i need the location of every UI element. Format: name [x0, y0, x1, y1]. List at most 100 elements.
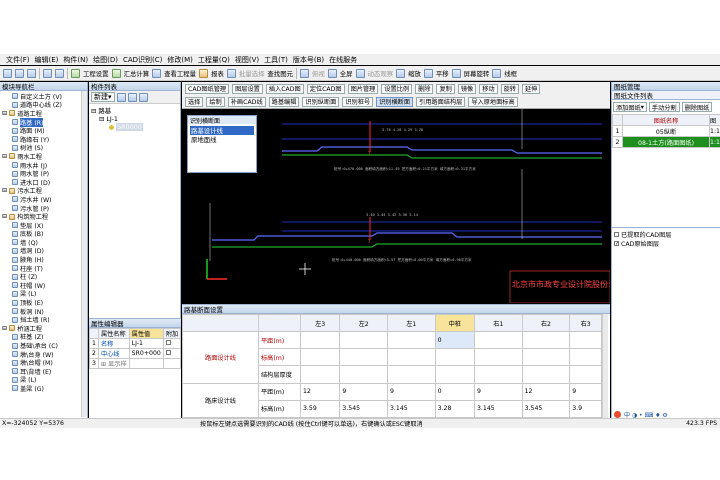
pan-button[interactable]: 平移 — [436, 69, 449, 78]
cad-tool-button[interactable]: 图片管理 — [347, 83, 379, 94]
ime-logo-icon[interactable] — [614, 410, 621, 418]
section-cell[interactable] — [569, 365, 602, 384]
section-cell[interactable]: 0 — [434, 382, 476, 401]
section-cell[interactable]: 12 — [521, 382, 571, 401]
collapse-icon[interactable]: ⊟ — [2, 213, 7, 220]
section-cell[interactable] — [339, 365, 388, 384]
module-item[interactable]: 树池 (S) — [0, 144, 81, 152]
module-item[interactable]: 基础\承台 (C) — [0, 341, 81, 350]
module-item[interactable]: 垫层 (X) — [0, 221, 81, 230]
collapse-icon[interactable]: ⊟ — [2, 187, 7, 194]
module-group[interactable]: ⊟ 道路工程 — [0, 109, 81, 118]
module-item[interactable]: 梁 (L) — [0, 290, 81, 298]
menu-quantity[interactable]: 工程量(Q) — [198, 55, 230, 65]
section-cell[interactable]: 3.545 — [339, 399, 388, 418]
cad-tool-button[interactable]: 选择 — [185, 96, 204, 107]
section-cell[interactable]: 3.145 — [387, 399, 436, 418]
module-item[interactable]: 路缘石 (Y) — [0, 135, 81, 144]
full-screen-button[interactable]: 全屏 — [340, 69, 353, 78]
section-cell[interactable] — [474, 331, 523, 350]
project-settings-button[interactable]: 工程设置 — [83, 69, 109, 78]
cad-tool-button[interactable]: 识别横断面 — [376, 96, 414, 107]
module-item[interactable]: 腋角 (H) — [0, 255, 81, 264]
module-item[interactable]: 墩\台帽 (M) — [0, 358, 81, 367]
module-item[interactable]: 耳\背墙 (E) — [0, 367, 81, 376]
menu-file[interactable]: 文件(F) — [6, 55, 30, 65]
new-component-button[interactable]: 新建 ▾ — [91, 92, 115, 102]
module-item[interactable]: 梁 (L) — [0, 376, 81, 384]
module-item[interactable]: 柱座 (T) — [0, 264, 81, 273]
cad-tool-button[interactable]: 镜像 — [457, 83, 477, 94]
report-button[interactable]: 报表 — [211, 69, 224, 78]
cad-tool-button[interactable]: 插入CAD图 — [265, 83, 304, 94]
plan-view-button[interactable]: 俯视 — [312, 69, 325, 78]
checkbox-icon[interactable] — [614, 232, 619, 237]
component-tree-leaf[interactable]: SR0000 — [91, 123, 180, 131]
original-layer-item[interactable]: ✓ CAD原始图层 — [614, 239, 719, 248]
module-item[interactable]: 挡土墙 (R) — [0, 315, 81, 324]
module-item[interactable]: 污水井 (W) — [0, 195, 81, 204]
attribute-value[interactable] — [128, 358, 164, 369]
module-item[interactable]: 自定义土方 (V) — [0, 92, 81, 101]
new-icon[interactable] — [3, 68, 12, 78]
checkbox-checked-icon[interactable]: ✓ — [614, 241, 619, 247]
section-cell[interactable]: 12 — [299, 382, 341, 401]
section-cell[interactable]: 9 — [474, 382, 523, 401]
undo-icon[interactable] — [43, 68, 52, 78]
collapse-icon[interactable]: ⊟ — [91, 107, 96, 115]
module-item[interactable]: 柱帽 (W) — [0, 281, 81, 290]
module-item[interactable]: 桩基 (Z) — [0, 333, 81, 341]
cad-tool-button[interactable]: 导入原地面标高 — [468, 96, 518, 107]
find-element-button[interactable]: 查找图元 — [267, 69, 293, 78]
menu-tools[interactable]: 工具(T) — [264, 55, 288, 65]
section-cell[interactable] — [299, 331, 341, 350]
section-cell[interactable] — [434, 365, 476, 384]
cad-drawing-canvas[interactable]: 3.78 4.28 4.29 3.78 桩号:0+470.000 面积填方面积=… — [182, 109, 610, 303]
collapse-icon[interactable]: ⊟ — [2, 110, 7, 117]
cad-tool-button[interactable]: 补画CAD线 — [227, 96, 266, 107]
cad-tool-button[interactable]: 删除 — [415, 83, 434, 94]
section-cell[interactable]: 9 — [339, 382, 388, 401]
module-group[interactable]: ⊟ 桥涵工程 — [0, 324, 81, 333]
module-group[interactable]: ⊟ 污水工程 — [0, 187, 81, 195]
checkbox-icon[interactable] — [165, 350, 171, 355]
menu-online[interactable]: 在线服务 — [329, 55, 357, 65]
section-cell[interactable]: 3.59 — [299, 399, 341, 418]
section-cell[interactable] — [339, 331, 388, 350]
module-item[interactable]: 雨水管 (P) — [0, 169, 81, 178]
module-item[interactable]: 板洞 (N) — [0, 307, 81, 316]
module-item[interactable]: 底板 (B) — [0, 230, 81, 238]
section-cell[interactable] — [299, 348, 341, 367]
module-tree-scrollbar[interactable] — [81, 91, 87, 417]
attribute-extra[interactable] — [162, 338, 182, 349]
section-cell-center[interactable]: 0 — [434, 331, 476, 350]
menu-version[interactable]: 版本号(B) — [293, 55, 324, 65]
section-cell[interactable] — [521, 348, 571, 367]
extracted-layer-item[interactable]: 已提取的CAD图层 — [614, 230, 719, 239]
redo-icon[interactable] — [55, 68, 64, 78]
section-cell[interactable]: 9 — [569, 382, 602, 401]
section-cell[interactable] — [474, 348, 523, 367]
attribute-row[interactable]: 1 名称 LJ-1 — [89, 338, 182, 349]
cad-tool-button[interactable]: 路基编辑 — [268, 96, 300, 107]
screen-rotate-button[interactable]: 屏幕旋转 — [464, 69, 490, 78]
summary-calc-button[interactable]: 汇总计算 — [124, 69, 150, 78]
collapse-icon[interactable]: ⊟ — [2, 153, 7, 160]
section-cell[interactable] — [339, 348, 388, 367]
section-cell[interactable]: 3.28 — [434, 399, 476, 418]
section-cell[interactable] — [569, 348, 602, 367]
open-icon[interactable] — [15, 68, 24, 78]
cad-tool-button[interactable]: 图层设置 — [232, 83, 263, 94]
module-item[interactable]: 路基 (R) — [0, 117, 81, 127]
delete-icon[interactable] — [116, 92, 126, 102]
drawing-row-selected[interactable]: 2 08-1土方(路面图纸) 1:1 — [612, 136, 720, 148]
menu-view[interactable]: 视图(V) — [235, 55, 259, 65]
filter-icon[interactable] — [138, 92, 148, 102]
section-cell[interactable]: 3.9 — [569, 399, 602, 418]
section-cell[interactable]: 9 — [387, 382, 436, 401]
module-item[interactable]: 污水管 (P) — [0, 204, 81, 213]
popup-item-ground-line[interactable]: 原地面线 — [190, 135, 254, 144]
popup-item-road-design-line[interactable]: 路基设计线 — [190, 126, 254, 135]
section-cell[interactable] — [521, 331, 571, 350]
menu-cad-recognize[interactable]: CAD识别(C) — [123, 55, 162, 65]
